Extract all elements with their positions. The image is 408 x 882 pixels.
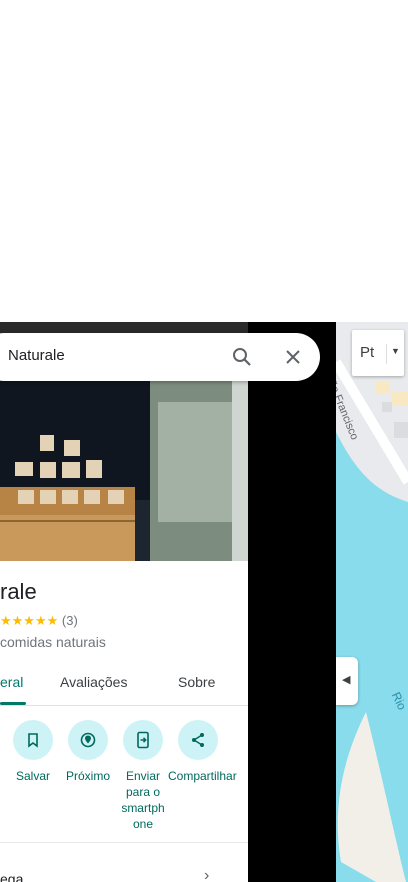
nearby-icon (68, 720, 108, 760)
divider-strip (248, 322, 336, 882)
tab-overview[interactable]: eral (0, 674, 23, 690)
search-input[interactable]: Naturale (8, 347, 65, 364)
rating-row[interactable]: ★★★★★ (3) (0, 613, 78, 629)
star-rating-icon: ★★★★★ (0, 613, 59, 628)
tab-reviews[interactable]: Avaliações (60, 674, 127, 690)
save-button[interactable]: Salvar (5, 720, 61, 784)
tab-divider (0, 705, 248, 706)
search-box[interactable]: Naturale (0, 333, 320, 381)
chevron-right-icon[interactable]: › (204, 867, 209, 882)
collapse-panel-button[interactable]: ◀ (336, 657, 358, 705)
chevron-left-icon: ◀ (342, 674, 351, 686)
layer-switcher[interactable]: Pt ▼ (352, 330, 404, 376)
share-label: Compartilhar (168, 769, 237, 783)
place-category[interactable]: comidas naturais (0, 634, 106, 650)
map-view[interactable]: São Francisco Rio Pt ▼ ◀ (336, 322, 408, 882)
delivery-text: ega (0, 871, 24, 882)
share-button[interactable]: Compartilhar (168, 720, 237, 784)
share-icon (178, 720, 218, 760)
save-label: Salvar (15, 769, 50, 783)
send-to-phone-icon (123, 720, 163, 760)
search-icon[interactable] (232, 347, 252, 367)
layer-label: Pt (360, 344, 375, 361)
section-divider (0, 842, 248, 843)
bookmark-icon (13, 720, 53, 760)
place-panel: rale ★★★★★ (3) comidas naturais eral Ava… (0, 322, 248, 882)
close-icon[interactable] (285, 349, 301, 365)
place-title: rale (0, 579, 37, 604)
nearby-button[interactable]: Próximo (60, 720, 116, 784)
chevron-down-icon[interactable]: ▼ (391, 346, 400, 356)
review-count: (3) (61, 613, 78, 628)
send-to-phone-button[interactable]: Enviar para o smartph one (115, 720, 171, 832)
nearby-label: Próximo (65, 769, 110, 783)
send-to-phone-label: Enviar para o smartph one (121, 769, 165, 831)
layer-divider (386, 344, 387, 364)
tab-about[interactable]: Sobre (178, 674, 215, 690)
